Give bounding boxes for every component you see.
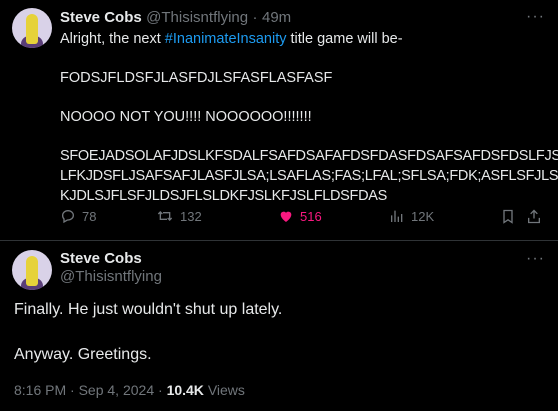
- avatar[interactable]: [12, 250, 52, 290]
- views-icon: [391, 210, 403, 222]
- timestamp[interactable]: 8:16 PM: [14, 382, 66, 398]
- display-name[interactable]: Steve Cobs: [60, 9, 142, 26]
- share-button[interactable]: [526, 208, 542, 225]
- tweet-text: Alright, the next: [60, 31, 165, 47]
- more-icon[interactable]: ···: [526, 8, 545, 26]
- like-count: 516: [300, 208, 322, 224]
- date[interactable]: Sep 4, 2024: [79, 382, 155, 398]
- view-count: 12K: [411, 208, 435, 224]
- more-icon[interactable]: ···: [526, 250, 545, 268]
- reply-button[interactable]: 78: [60, 208, 96, 224]
- tweet-meta: 8:16 PM · Sep 4, 2024 · 10.4K Views: [14, 382, 245, 398]
- tweet-line: LFKJDSFLJSAFSAFJLASFJLSA;LSAFLAS;FAS;LFA…: [60, 168, 558, 184]
- tweet-line: Finally. He just wouldn't shut up lately…: [14, 301, 283, 318]
- share-icon: [528, 209, 540, 224]
- tweet-line: KJDLSJFLSFJLDSJFLSLDKFJSLKFJSLFLDSFDAS: [60, 188, 388, 204]
- handle[interactable]: @Thisisntflying: [60, 268, 162, 285]
- views-label: Views: [207, 382, 245, 398]
- repost-button[interactable]: 132: [156, 208, 202, 224]
- tweet-line: Anyway. Greetings.: [14, 346, 152, 363]
- separator: ·: [158, 382, 163, 398]
- separator: ·: [70, 382, 75, 398]
- reply-count: 78: [82, 208, 97, 224]
- hashtag-link[interactable]: #InanimateInsanity: [165, 31, 287, 47]
- like-icon: [280, 211, 292, 222]
- views-count: 10.4K: [166, 382, 204, 398]
- separator: ·: [252, 9, 258, 26]
- tweet-line: SFOEJADSOLAFJDSLKFSDALFSAFDSAFAFDSFDASFD…: [60, 148, 558, 164]
- repost-icon: [157, 211, 173, 221]
- tweet-line: Alright, the next #InanimateInsanity tit…: [60, 29, 550, 49]
- bookmark-icon: [503, 209, 513, 224]
- repost-count: 132: [180, 208, 202, 224]
- tweet-line: NOOOO NOT YOU!!!! NOOOOOO!!!!!!!: [60, 109, 312, 125]
- display-name[interactable]: Steve Cobs: [60, 250, 142, 267]
- like-button[interactable]: 516: [278, 208, 322, 224]
- avatar[interactable]: [12, 8, 52, 48]
- avatar-figure-head: [26, 256, 38, 286]
- tweet-body: Alright, the next #InanimateInsanity tit…: [60, 29, 558, 206]
- handle[interactable]: @Thisisntflying: [146, 9, 248, 26]
- tweet-line: FODSJFLDSFJLASFDJLSFASFLASFASF: [60, 70, 333, 86]
- divider: [0, 240, 558, 241]
- reply-icon: [61, 210, 74, 224]
- avatar-figure-head: [26, 14, 38, 44]
- tweet-text: title game will be-: [286, 31, 403, 47]
- timestamp[interactable]: 49m: [262, 9, 291, 26]
- bookmark-button[interactable]: [500, 208, 516, 225]
- tweet-header: Steve Cobs @Thisisntflying · 49m: [60, 9, 291, 27]
- action-bar: 78 132 516 12K: [60, 206, 540, 228]
- views-button[interactable]: 12K: [389, 208, 434, 224]
